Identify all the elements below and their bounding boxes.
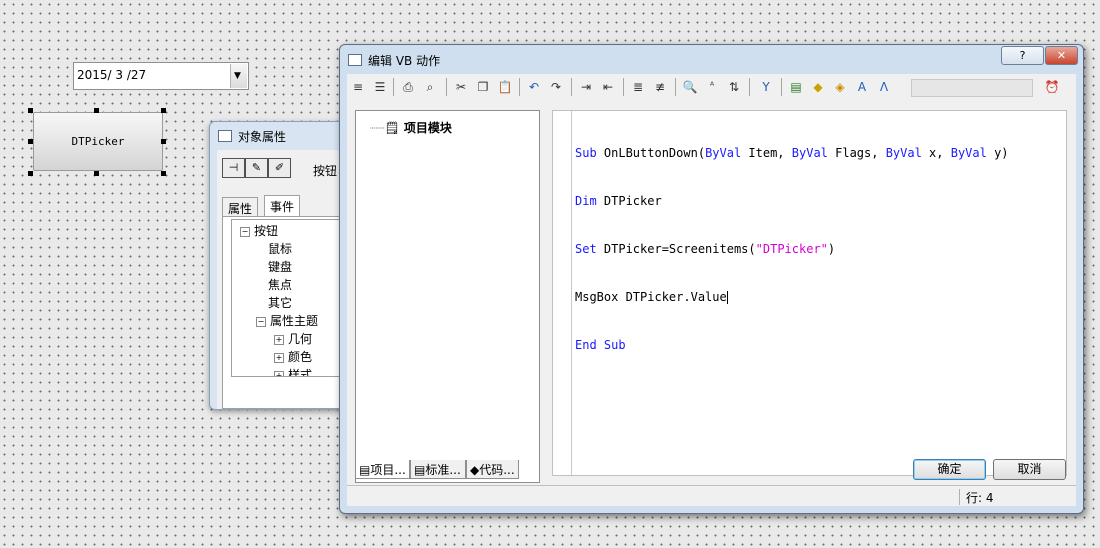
text-caret: [726, 291, 728, 304]
tree-node-focus[interactable]: 焦点: [268, 276, 292, 293]
selection-handle[interactable]: [94, 171, 99, 176]
uncomment-icon[interactable]: ≢: [651, 78, 669, 96]
code-line: Dim DTPicker: [575, 194, 662, 208]
selection-handle[interactable]: [161, 171, 166, 176]
cancel-button[interactable]: 取消: [993, 459, 1066, 480]
eyedropper-icon[interactable]: ✎: [245, 158, 268, 178]
selection-handle[interactable]: [94, 108, 99, 113]
expand-icon[interactable]: +: [274, 334, 284, 345]
toolbar-search-field[interactable]: [911, 79, 1033, 97]
toolbar-separator: [446, 78, 447, 96]
redo-icon[interactable]: ↷: [547, 78, 565, 96]
selection-handle[interactable]: [28, 139, 33, 144]
tree-node-keyboard[interactable]: 键盘: [268, 258, 292, 275]
dtpicker-button-label: DTPicker: [71, 135, 125, 148]
object-list-icon[interactable]: ◆: [809, 78, 827, 96]
code-gutter: [553, 111, 572, 475]
print-preview-icon[interactable]: ⌕: [421, 78, 439, 96]
module-icon: 🗒: [384, 121, 400, 135]
tree-node-style[interactable]: + 样式: [274, 366, 312, 376]
toolbar-separator: [393, 78, 394, 96]
paste-icon[interactable]: 📋: [496, 78, 514, 96]
status-bar: 行: 4: [347, 485, 1076, 507]
tree-node-other[interactable]: 其它: [268, 294, 292, 311]
project-tree-panel: ┈┈🗒 项目模块: [355, 110, 540, 483]
selection-handle[interactable]: [28, 108, 33, 113]
ok-button[interactable]: 确定: [913, 459, 986, 480]
dtpicker-button[interactable]: DTPicker: [33, 112, 163, 171]
toolbar-separator: [519, 78, 520, 96]
goto-icon[interactable]: ⇅: [725, 78, 743, 96]
toolbar-separator: [781, 78, 782, 96]
module-icon: ▤: [414, 463, 426, 477]
toolbar-separator: [623, 78, 624, 96]
object-properties-titlebar[interactable]: 对象属性: [210, 122, 360, 148]
status-line-number: 行: 4: [959, 489, 994, 505]
pin-icon[interactable]: ⊣: [222, 158, 245, 178]
tag-selection-icon[interactable]: A: [853, 78, 871, 96]
code-editor[interactable]: Sub OnLButtonDown(ByVal Item, ByVal Flag…: [552, 110, 1067, 476]
tab-standard[interactable]: ▤标准...: [410, 460, 466, 479]
find-icon[interactable]: 🔍: [681, 78, 699, 96]
copy-icon[interactable]: ❐: [474, 78, 492, 96]
replace-icon[interactable]: ᴬ: [703, 78, 721, 96]
toolbar-separator: [749, 78, 750, 96]
project-module-node[interactable]: ┈┈🗒 项目模块: [370, 119, 452, 136]
tab-properties[interactable]: 属性: [222, 197, 259, 217]
object-type-label: 按钮: [313, 164, 338, 178]
code-line: Sub OnLButtonDown(ByVal Item, ByVal Flag…: [575, 146, 1009, 160]
code-line: Set DTPicker=Screenitems("DTPicker"): [575, 242, 836, 256]
vb-editor-window: 编辑 VB 动作 ? ✕ ≡ ☰ ⎙ ⌕ ✂ ❐ 📋 ↶ ↷ ⇥ ⇤ ≣ ≢ 🔍…: [339, 44, 1084, 514]
tree-node-property-topics[interactable]: − 属性主题: [256, 312, 318, 329]
align-justify-icon[interactable]: ☰: [371, 78, 389, 96]
selection-handle[interactable]: [161, 108, 166, 113]
selection-handle[interactable]: [28, 171, 33, 176]
code-text: Sub OnLButtonDown(ByVal Item, ByVal Flag…: [575, 113, 1009, 385]
vb-editor-title: 编辑 VB 动作: [368, 54, 441, 68]
code-line: End Sub: [575, 338, 626, 352]
tab-code[interactable]: ◆代码...: [466, 460, 519, 479]
align-left-icon[interactable]: ≡: [349, 78, 367, 96]
module-icon: ▤: [359, 463, 371, 477]
date-picker-value: 2015/ 3 /27: [77, 68, 147, 82]
syntax-check-icon[interactable]: Y: [757, 78, 775, 96]
date-picker-dropdown-button[interactable]: ▼: [230, 64, 247, 88]
close-button[interactable]: ✕: [1045, 46, 1078, 65]
tab-project[interactable]: ▤项目...: [355, 460, 410, 479]
expand-icon[interactable]: +: [274, 370, 284, 376]
tab-events[interactable]: 事件: [264, 195, 301, 217]
property-list-icon[interactable]: ◈: [831, 78, 849, 96]
selection-handle[interactable]: [161, 139, 166, 144]
date-picker[interactable]: 2015/ 3 /27 ▼: [73, 62, 249, 90]
function-list-icon[interactable]: ▤: [787, 78, 805, 96]
code-icon: ◆: [470, 463, 480, 477]
object-properties-title: 对象属性: [238, 130, 287, 144]
outdent-icon[interactable]: ⇤: [599, 78, 617, 96]
alarm-clock-icon[interactable]: ⏰: [1043, 78, 1061, 96]
window-icon: [348, 54, 362, 66]
expand-icon[interactable]: +: [274, 352, 284, 363]
toolbar-separator: [675, 78, 676, 96]
code-line: MsgBox DTPicker.Value: [575, 290, 728, 304]
paste-format-icon[interactable]: ✐: [268, 158, 291, 178]
help-button[interactable]: ?: [1001, 46, 1044, 65]
indent-icon[interactable]: ⇥: [577, 78, 595, 96]
trigger-icon[interactable]: Λ: [875, 78, 893, 96]
window-icon: [218, 130, 232, 142]
collapse-icon[interactable]: −: [240, 226, 250, 237]
chevron-down-icon: ▼: [234, 71, 241, 81]
undo-icon[interactable]: ↶: [525, 78, 543, 96]
print-icon[interactable]: ⎙: [399, 78, 417, 96]
collapse-icon[interactable]: −: [256, 316, 266, 327]
tree-node-color[interactable]: + 颜色: [274, 348, 312, 365]
cut-icon[interactable]: ✂: [452, 78, 470, 96]
comment-icon[interactable]: ≣: [629, 78, 647, 96]
toolbar-separator: [571, 78, 572, 96]
tree-node-mouse[interactable]: 鼠标: [268, 240, 292, 257]
vb-editor-client: ≡ ☰ ⎙ ⌕ ✂ ❐ 📋 ↶ ↷ ⇥ ⇤ ≣ ≢ 🔍 ᴬ ⇅ Y ▤ ◆ ◈ …: [347, 74, 1076, 506]
tree-node-button[interactable]: − 按钮: [240, 222, 278, 239]
tree-node-geometry[interactable]: + 几何: [274, 330, 312, 347]
